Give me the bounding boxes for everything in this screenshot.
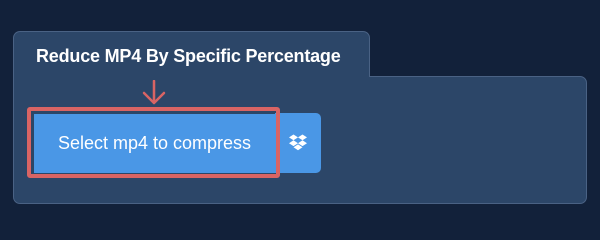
- tab-title: Reduce MP4 By Specific Percentage: [36, 46, 341, 66]
- tool-tab: Reduce MP4 By Specific Percentage: [13, 31, 370, 77]
- highlight-box: [27, 107, 280, 178]
- down-arrow-icon: [142, 80, 166, 105]
- dropbox-icon: [289, 134, 307, 151]
- dropbox-button[interactable]: [275, 113, 321, 173]
- tab-panel-join: [14, 74, 369, 78]
